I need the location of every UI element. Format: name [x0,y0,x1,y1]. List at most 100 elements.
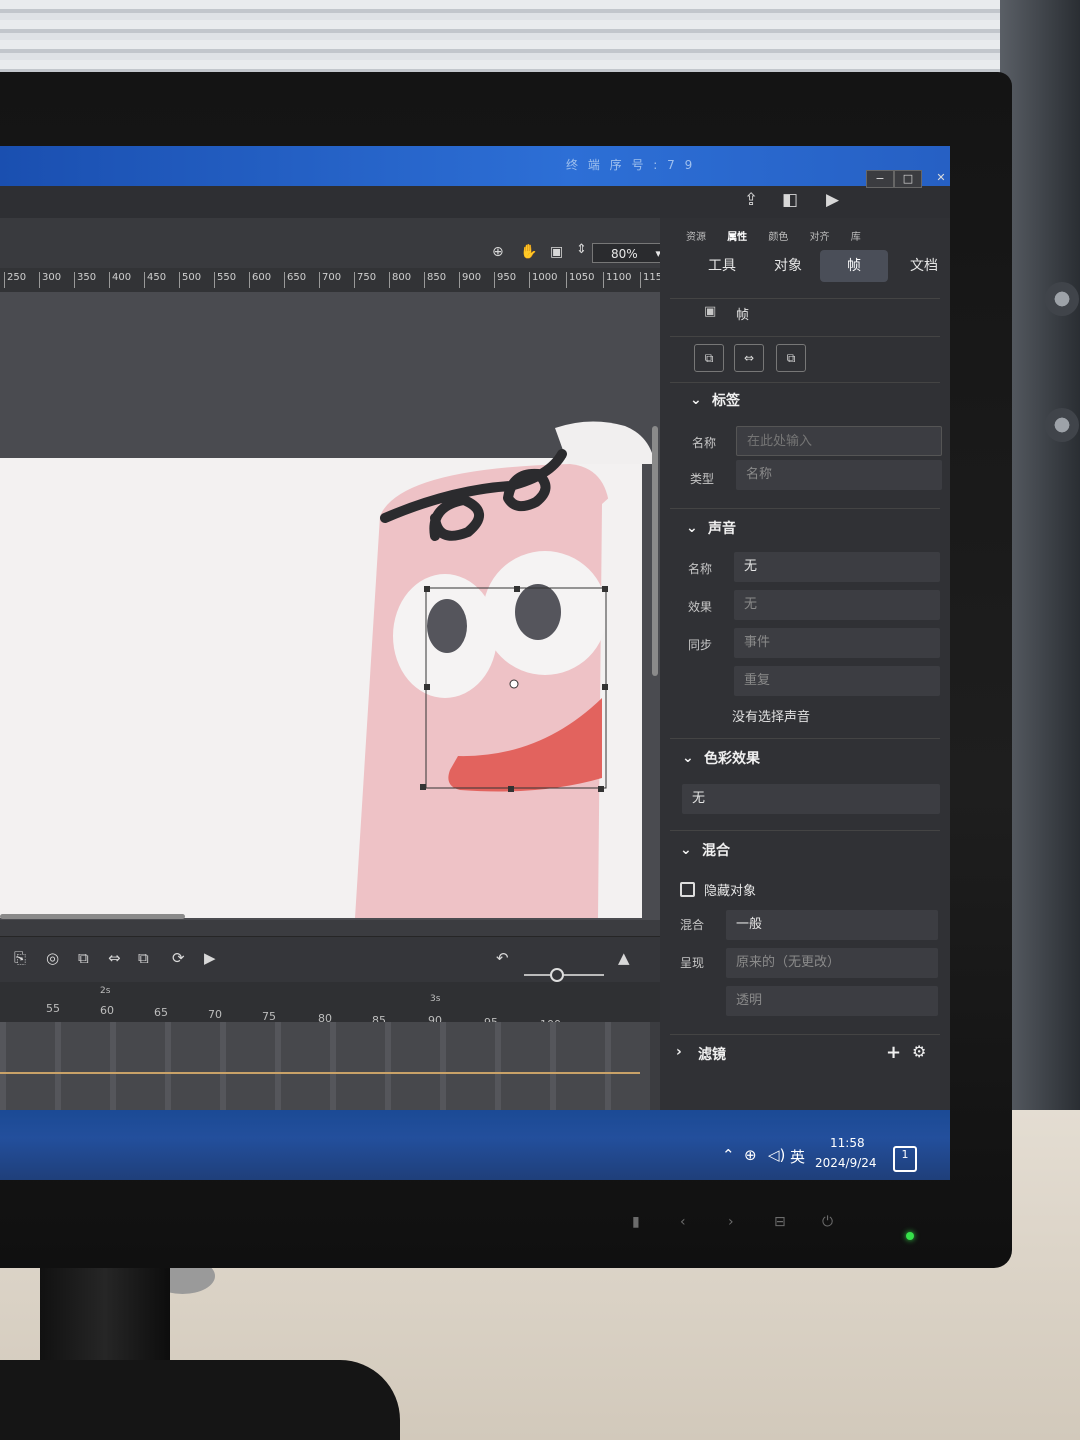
sound-effect-select[interactable]: 无 [734,590,940,620]
chevron-down-icon[interactable]: ⌄ [686,520,698,536]
terminal-serial: 终 端 序 号 : 7 9 [566,158,696,172]
label-type-select[interactable]: 名称 [736,460,942,490]
timeline-frame-numbers: 2s 3s 55 60 65 70 75 80 85 90 95 100 105 [0,982,660,1033]
blend-mode-select[interactable]: 一般 [726,910,938,940]
notification-icon[interactable]: 1 [893,1146,917,1172]
color-effect-select[interactable]: 无 [682,784,940,814]
sound-name-select[interactable]: 无 [734,552,940,582]
timeline-zoom-knob[interactable] [550,968,564,982]
input-language[interactable]: 英 [790,1146,805,1167]
clock-date[interactable]: 2024/9/24 [815,1156,877,1170]
close-button[interactable]: ✕ [928,170,950,186]
ruler-tick: 650 [284,272,306,288]
divider [670,508,940,509]
tab-align[interactable]: 对齐 [810,232,830,243]
clock-time[interactable]: 11:58 [830,1136,865,1150]
name-label: 名称 [692,436,717,450]
minimize-button[interactable]: − [866,170,894,188]
ruler-tick: 400 [109,272,131,288]
tab-color[interactable]: 颜色 [768,232,788,243]
frame-number: 65 [154,1006,168,1019]
panel-toggle-icon[interactable]: ◧ [782,190,798,210]
center-stage-icon[interactable]: ⊕ [492,244,504,260]
maximize-button[interactable]: □ [894,170,922,188]
clip-icon[interactable]: ▣ [550,244,563,260]
chevron-down-icon[interactable]: ⌄ [682,750,694,766]
tab-properties[interactable]: 属性 [727,232,747,243]
ruler-tick: 700 [319,272,341,288]
loop-icon[interactable]: ⟳ [172,949,185,967]
gear-icon[interactable]: ⚙ [912,1042,926,1061]
new-layer-icon[interactable]: ⎘ [14,949,26,967]
undo-icon[interactable]: ↶ [496,949,509,967]
transparent-select[interactable]: 透明 [726,986,938,1016]
play-icon[interactable]: ▶ [826,190,839,210]
chevron-right-icon[interactable]: › [676,1044,682,1060]
frame-number: 60 [100,1004,114,1017]
swap-frame-icon[interactable]: ⧉ [694,344,724,372]
frame-label-name-input[interactable] [736,426,942,456]
color-effect-title: 色彩效果 [704,751,760,767]
network-icon[interactable]: ⊕ [744,1146,757,1164]
frame-nav-icon[interactable]: ⇔ [734,344,764,372]
frame-number: 70 [208,1008,222,1021]
ruler-tick: 450 [144,272,166,288]
ruler-tick: 1050 [566,272,594,288]
horizontal-scrollbar[interactable] [0,914,185,919]
hide-object-checkbox[interactable] [680,882,695,897]
tab-library[interactable]: 库 [851,232,861,243]
character-artwork[interactable] [340,408,660,918]
properties-panel: 资源 属性 颜色 对齐 库 工具 对象 帧 文档 ▣ 帧 ⧉ ⇔ ⧉ ⌄ 标签 … [660,218,950,1110]
top-toolbar: ⇪ ◧ ▶ − □ ✕ [0,170,950,218]
mountain-zoom-icon[interactable]: ▲ [618,949,630,967]
ruler-tick: 950 [494,272,516,288]
tab-assets[interactable]: 资源 [686,232,706,243]
tab-object[interactable]: 对象 [758,250,818,282]
sound-repeat-select[interactable]: 重复 [734,666,940,696]
add-filter-button[interactable]: + [886,1042,901,1063]
render-label: 呈现 [680,956,705,970]
hand-tool-icon[interactable]: ✋ [520,244,537,260]
keyframe-nav-icon[interactable]: ⇔ [108,949,121,967]
monitor-stand-base [0,1360,400,1440]
link-frame-icon[interactable]: ⧉ [776,344,806,372]
share-icon[interactable]: ⇪ [744,190,758,210]
ruler-tick: 1100 [603,272,631,288]
sound-sync-select[interactable]: 事件 [734,628,940,658]
menu-button-icon[interactable]: ▮ [632,1214,640,1230]
ruler-tick: 500 [179,272,201,288]
zoom-select[interactable]: 80% ▾ [592,243,664,263]
onion-skin-icon[interactable]: ◎ [46,949,59,967]
timeline-play-icon[interactable]: ▶ [204,949,216,967]
ruler-tick: 550 [214,272,236,288]
divider [670,738,940,739]
ruler-tick: 250 [4,272,26,288]
timeline-frames[interactable] [0,1022,650,1110]
no-sound-text: 没有选择声音 [732,710,811,725]
horizontal-ruler: 250 300 350 400 450 500 550 600 650 700 … [0,268,676,293]
frame-number: 55 [46,1002,60,1015]
blend-section-title: 混合 [702,843,730,859]
insert-keyframe-icon[interactable]: ⧉ [78,949,89,967]
remove-keyframe-icon[interactable]: ⧉ [138,949,149,967]
power-button-icon[interactable]: ⏻ [822,1214,833,1230]
ruler-tick: 600 [249,272,271,288]
left-button-icon[interactable]: ‹ [680,1214,686,1230]
filter-section-title: 滤镜 [698,1047,726,1063]
right-button-icon[interactable]: › [728,1214,734,1230]
tab-frame[interactable]: 帧 [820,250,888,282]
frame-header: 帧 [736,308,750,323]
zoom-stepper-icon[interactable]: ⇕ [576,242,587,257]
divider [670,1034,940,1035]
volume-icon[interactable]: ◁) [768,1146,785,1164]
tab-document[interactable]: 文档 [896,250,950,282]
input-button-icon[interactable]: ⊟ [774,1214,786,1230]
second-marker: 2s [100,986,111,996]
tab-tools[interactable]: 工具 [692,250,752,282]
chevron-down-icon[interactable]: ⌄ [690,392,702,408]
render-select[interactable]: 原来的（无更改） [726,948,938,978]
tray-expand-icon[interactable]: ⌃ [722,1146,735,1164]
label-section-title: 标签 [712,393,740,409]
chevron-down-icon[interactable]: ⌄ [680,842,692,858]
timeline-zoom-slider[interactable] [524,974,604,976]
